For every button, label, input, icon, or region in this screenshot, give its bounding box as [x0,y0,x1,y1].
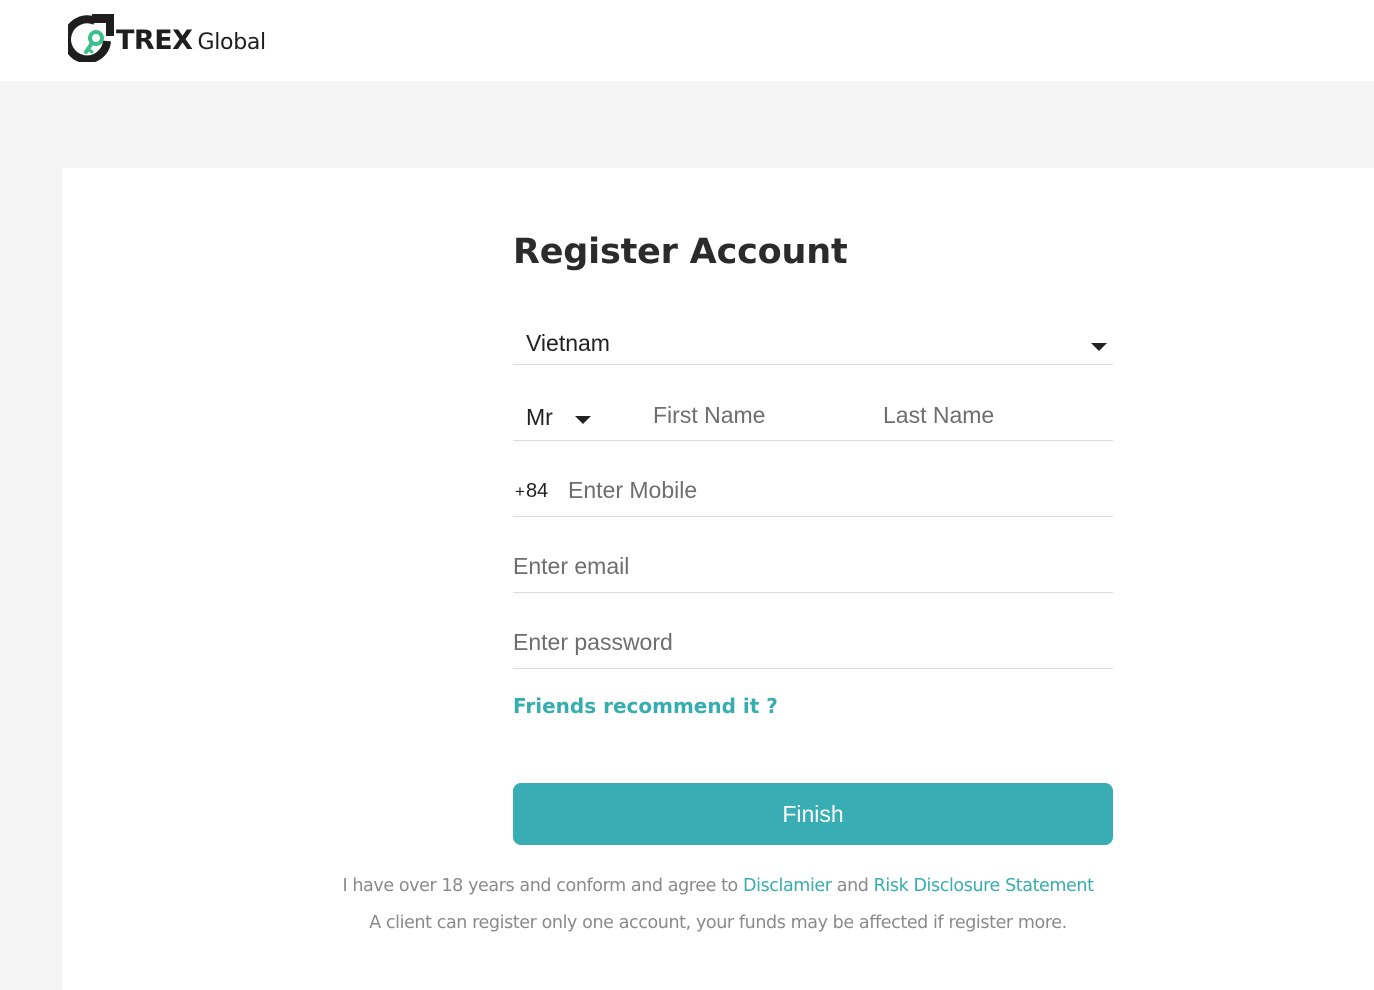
disclaimer-link[interactable]: Disclamier [743,876,832,896]
salutation-select[interactable]: Mr [526,404,553,431]
trex-logo-icon [63,14,118,64]
risk-disclosure-link[interactable]: Risk Disclosure Statement [874,876,1094,896]
password-field[interactable]: Enter password [513,618,1113,669]
terms-prefix: I have over 18 years and conform and agr… [342,876,744,896]
friends-recommend-link[interactable]: Friends recommend it ? [513,694,778,718]
chevron-down-icon[interactable] [575,416,591,424]
chevron-down-icon [1091,343,1107,351]
country-select-value: Vietnam [526,330,610,356]
single-account-notice: A client can register only one account, … [369,913,1067,933]
email-field[interactable]: Enter email [513,542,1113,593]
terms-agreement: I have over 18 years and conform and agr… [62,876,1374,896]
brand-name-light: Global [197,29,266,55]
dial-code-plus: + [515,482,525,501]
dial-code-number: 84 [525,480,549,502]
mobile-input[interactable]: Enter Mobile [568,477,697,504]
email-input[interactable]: Enter email [513,553,629,580]
brand-logo[interactable]: TREX Global [63,14,266,64]
brand-name: TREX Global [116,25,266,56]
dial-code: +84 [515,480,548,503]
password-input[interactable]: Enter password [513,629,673,656]
finish-button[interactable]: Finish [513,783,1113,845]
brand-name-bold: TREX [116,24,193,56]
name-row: Mr First Name Last Name [513,390,1113,441]
page-title: Register Account [513,232,848,272]
last-name-input[interactable]: Last Name [883,402,994,429]
mobile-field[interactable]: +84 Enter Mobile [513,466,1113,517]
top-header: TREX Global [0,0,1374,81]
country-select[interactable]: Vietnam [513,318,1113,365]
terms-and: and [831,876,874,896]
first-name-input[interactable]: First Name [653,402,765,429]
